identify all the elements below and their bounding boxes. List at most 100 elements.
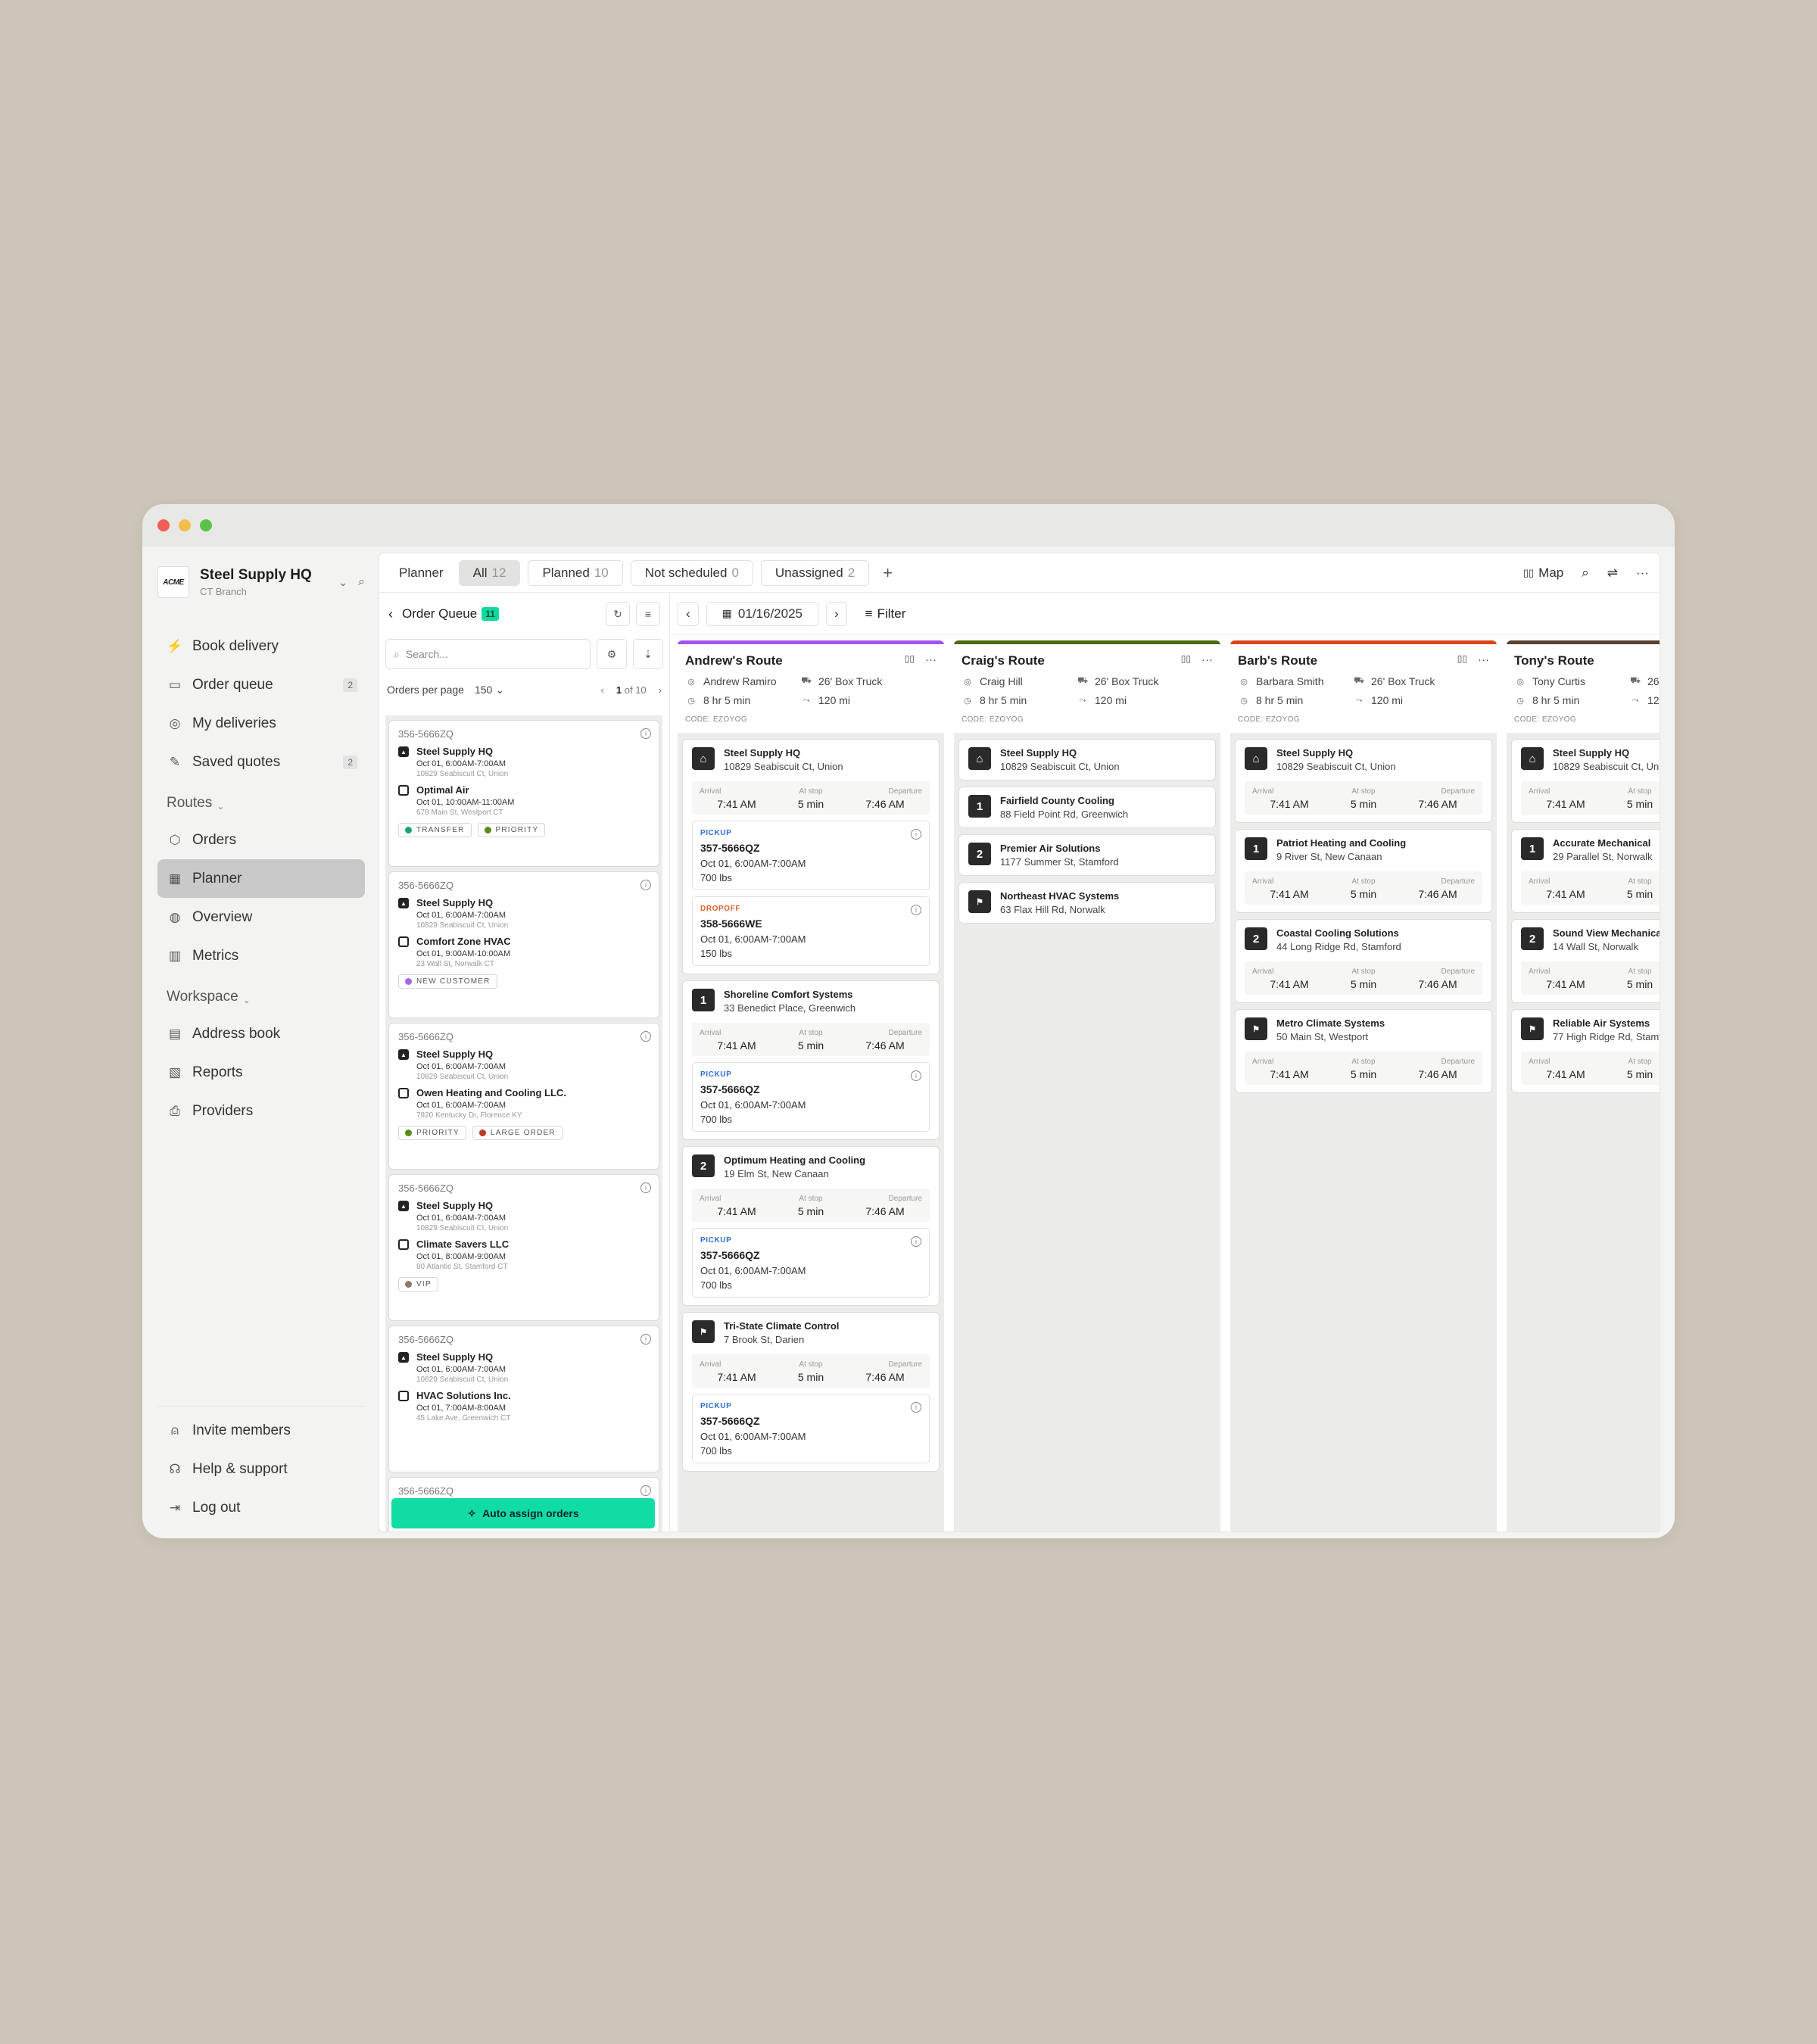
nav-address-book[interactable]: ▤ Address book (157, 1014, 365, 1053)
stop-card[interactable]: 2 Coastal Cooling Solutions 44 Long Ridge … (1235, 919, 1492, 1003)
time-cell: Arrival 7:41 AM (1252, 787, 1326, 810)
info-icon[interactable]: i (911, 1236, 921, 1247)
map-icon[interactable]: ▯▯ (905, 653, 915, 666)
nav-order-queue[interactable]: ▭ Order queue 2 (157, 665, 365, 704)
tab-unassigned[interactable]: Unassigned 2 (760, 559, 870, 586)
search-input[interactable]: ⌕ Search... (385, 639, 591, 669)
sort-icon[interactable]: ⇣ (633, 639, 663, 669)
list-icon[interactable]: ≡ (636, 602, 660, 626)
nav-planner[interactable]: ▦ Planner (157, 859, 365, 898)
info-icon[interactable]: i (640, 1334, 651, 1344)
stop-order[interactable]: PICKUP i 357-5666QZ Oct 01, 6:00AM-7:00AM 70… (692, 1228, 930, 1298)
stop-order[interactable]: DROPOFF i 358-5666WE Oct 01, 6:00AM-7:00AM 1… (692, 896, 930, 966)
info-icon[interactable]: i (640, 728, 651, 739)
routes-section-toggle[interactable]: Routes ⌄ (157, 781, 365, 821)
stop-order[interactable]: PICKUP i 357-5666QZ Oct 01, 6:00AM-7:00AM 70… (692, 1394, 930, 1463)
meta-value: Andrew Ramiro (703, 675, 777, 687)
stop-card[interactable]: ⌂ Steel Supply HQ 10829 Seabiscuit Ct, Uni… (958, 739, 1216, 781)
filter-sliders-icon[interactable]: ⚙ (597, 639, 627, 669)
time-value: 7:41 AM (1270, 888, 1309, 900)
route-column: Tony's Route▯▯···◎Tony Curtis⛟26' Box Tr… (1507, 640, 1660, 1531)
nav-book-delivery[interactable]: ⚡ Book delivery (157, 627, 365, 665)
order-card[interactable]: 356-5666ZQ i ▲ Steel Supply HQ Oct 01, 6:00A… (388, 720, 659, 867)
nav-saved-quotes[interactable]: ✎ Saved quotes 2 (157, 743, 365, 781)
minimize-window-button[interactable] (179, 519, 191, 531)
nav-reports[interactable]: ▧ Reports (157, 1053, 365, 1092)
stop-card[interactable]: 1 Shoreline Comfort Systems 33 Benedict Pl… (682, 980, 940, 1140)
more-icon[interactable]: ··· (1201, 653, 1213, 666)
time-label: Arrival (1529, 967, 1551, 976)
sidebar: ACME Steel Supply HQ CT Branch ⌄ ⌕ ⚡ Book… (142, 547, 379, 1538)
nav-providers[interactable]: ⎙ Providers (157, 1092, 365, 1130)
tab-not-scheduled[interactable]: Not scheduled 0 (630, 559, 753, 586)
more-icon[interactable]: ··· (925, 653, 937, 666)
prev-page-icon[interactable]: ‹ (601, 684, 604, 696)
more-icon[interactable]: ··· (1636, 566, 1649, 581)
workspace-switcher[interactable]: ACME Steel Supply HQ CT Branch ⌄ ⌕ (157, 553, 365, 612)
stop-card[interactable]: ⌂ Steel Supply HQ 10829 Seabiscuit Ct, Uni… (1511, 739, 1660, 823)
map-icon[interactable]: ▯▯ (1457, 653, 1467, 666)
sliders-icon[interactable]: ⇌ (1607, 566, 1618, 581)
tag-list: PRIORITY LARGE ORDER (398, 1126, 651, 1140)
nav-metrics[interactable]: ▥ Metrics (157, 936, 365, 975)
time-value: 5 min (797, 1205, 824, 1217)
info-icon[interactable]: i (911, 1402, 921, 1413)
stop-card[interactable]: 1 Accurate Mechanical 29 Parallel St, Norw… (1511, 829, 1660, 913)
stop-card[interactable]: 2 Premier Air Solutions 1177 Summer St, St… (958, 834, 1216, 876)
close-window-button[interactable] (157, 519, 170, 531)
search-icon[interactable]: ⌕ (358, 575, 365, 589)
auto-assign-button[interactable]: ✧ Auto assign orders (391, 1498, 655, 1528)
map-icon[interactable]: ▯▯ (1181, 653, 1191, 666)
next-date-icon[interactable]: › (826, 601, 847, 626)
add-tab-icon[interactable]: + (883, 563, 893, 583)
info-icon[interactable]: i (911, 1070, 921, 1081)
more-icon[interactable]: ··· (1478, 653, 1489, 666)
filter-button[interactable]: ≡ Filter (865, 606, 906, 622)
next-page-icon[interactable]: › (659, 684, 662, 696)
nav-log-out[interactable]: ⇥ Log out (157, 1488, 365, 1527)
info-icon[interactable]: i (911, 905, 921, 915)
map-button[interactable]: ▯▯ Map (1523, 566, 1563, 581)
filter-icon: ≡ (865, 606, 873, 621)
stop-card[interactable]: ⌂ Steel Supply HQ 10829 Seabiscuit Ct, Uni… (682, 739, 940, 974)
nav-my-deliveries[interactable]: ◎ My deliveries (157, 704, 365, 743)
nav-help-support[interactable]: ☊ Help & support (157, 1450, 365, 1488)
prev-date-icon[interactable]: ‹ (678, 601, 699, 626)
workspace-section-toggle[interactable]: Workspace ⌄ (157, 975, 365, 1014)
zoom-window-button[interactable] (200, 519, 212, 531)
stop-card[interactable]: ⚑ Metro Climate Systems 50 Main St, Westpo… (1235, 1009, 1492, 1093)
nav-overview[interactable]: ◍ Overview (157, 898, 365, 936)
stop-card[interactable]: 2 Sound View Mechanical 14 Wall St, Norwal… (1511, 919, 1660, 1003)
date-picker[interactable]: ▦ 01/16/2025 (706, 601, 818, 626)
order-card[interactable]: 356-5666ZQ i ▲ Steel Supply HQ Oct 01, 6:00A… (388, 1174, 659, 1321)
chevron-left-icon[interactable]: ‹ (388, 606, 393, 622)
per-page-select[interactable]: 150 ⌄ (475, 684, 504, 696)
search-icon[interactable]: ⌕ (1582, 566, 1589, 581)
stop-order[interactable]: PICKUP i 357-5666QZ Oct 01, 6:00AM-7:00AM 70… (692, 821, 930, 890)
order-card[interactable]: 356-5666ZQ i ▲ Steel Supply HQ Oct 01, 6:00A… (388, 1326, 659, 1472)
refresh-icon[interactable]: ↻ (606, 602, 630, 626)
stop-card[interactable]: ⚑ Reliable Air Systems 77 High Ridge Rd, S… (1511, 1009, 1660, 1093)
info-icon[interactable]: i (911, 829, 921, 840)
stop-card[interactable]: ⚑ Northeast HVAC Systems 63 Flax Hill Rd, … (958, 882, 1216, 924)
stop-card[interactable]: 1 Patriot Heating and Cooling 9 River St, … (1235, 829, 1492, 913)
chevron-down-icon[interactable]: ⌄ (338, 576, 348, 589)
order-card[interactable]: 356-5666ZQ i ▲ Steel Supply HQ Oct 01, 6:00A… (388, 871, 659, 1018)
nav-orders[interactable]: ⬡ Orders (157, 821, 365, 859)
info-icon[interactable]: i (640, 880, 651, 890)
time-value: 7:46 AM (1418, 1068, 1457, 1080)
time-label: At stop (1628, 787, 1652, 796)
tab-planned[interactable]: Planned 10 (528, 559, 623, 586)
nav-invite-members[interactable]: ⍝ Invite members (157, 1411, 365, 1450)
info-icon[interactable]: i (640, 1031, 651, 1042)
route-meta-row: ◷ 8 hr 5 min ⤳ 120 mi (961, 694, 1211, 706)
stop-card[interactable]: ⚑ Tri-State Climate Control 7 Brook St, Da… (682, 1312, 940, 1472)
stop-order[interactable]: PICKUP i 357-5666QZ Oct 01, 6:00AM-7:00AM 70… (692, 1062, 930, 1132)
info-icon[interactable]: i (640, 1485, 651, 1496)
stop-card[interactable]: 2 Optimum Heating and Cooling 19 Elm St, N… (682, 1146, 940, 1306)
stop-card[interactable]: ⌂ Steel Supply HQ 10829 Seabiscuit Ct, Uni… (1235, 739, 1492, 823)
order-card[interactable]: 356-5666ZQ i ▲ Steel Supply HQ Oct 01, 6:00A… (388, 1023, 659, 1170)
tab-all[interactable]: All 12 (458, 559, 521, 586)
info-icon[interactable]: i (640, 1182, 651, 1193)
stop-card[interactable]: 1 Fairfield County Cooling 88 Field Point … (958, 787, 1216, 828)
